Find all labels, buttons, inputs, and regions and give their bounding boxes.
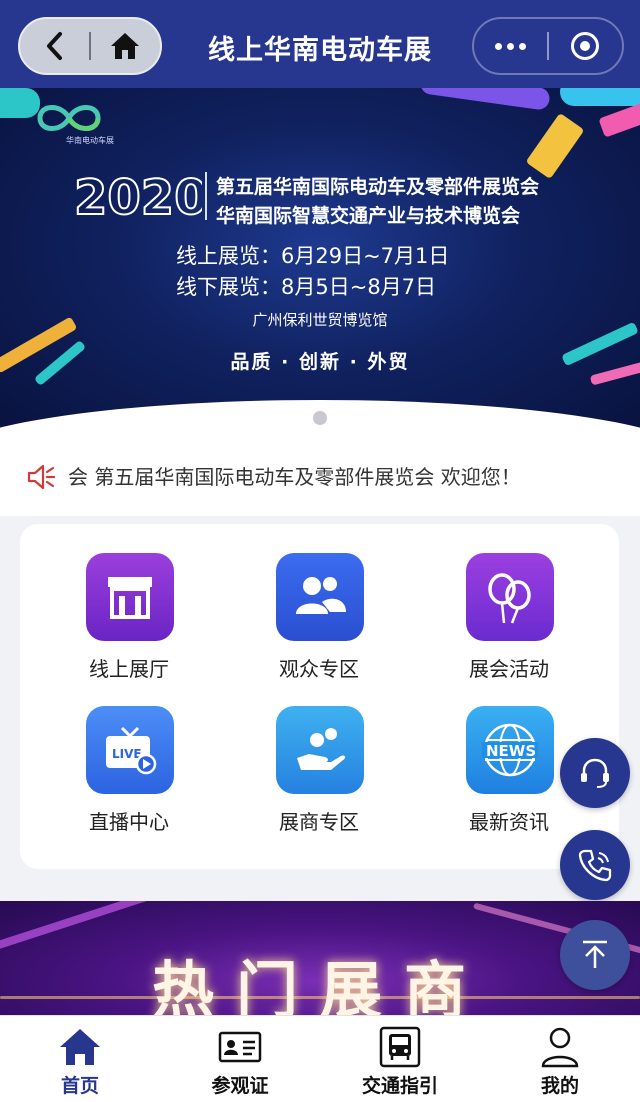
- balloons-icon: [466, 553, 554, 641]
- grid-item-label: 观众专区: [279, 657, 359, 681]
- app-page: 线上华南电动车展 华南电动车展 2020 第五届华南国际电动车及零部件展览会 华…: [0, 0, 640, 1102]
- year-graphic: 2020: [73, 169, 202, 224]
- more-dots-icon: [495, 42, 526, 50]
- more-button[interactable]: [474, 19, 547, 73]
- notice-marquee: 会 第五届华南国际电动车及零部件展览会 欢迎您！: [68, 465, 521, 489]
- online-dates: 线上展览：6月29日~7月1日: [176, 244, 450, 268]
- carousel-indicator[interactable]: [313, 411, 327, 425]
- news-globe-icon: NEWS: [466, 706, 554, 794]
- target-icon: [571, 32, 600, 60]
- tab-transport-guide[interactable]: 交通指引: [320, 1015, 480, 1102]
- venue-text: 广州保利世贸博览馆: [252, 311, 388, 329]
- tab-label: 首页: [60, 1075, 99, 1097]
- exhibitor-hand-icon: [276, 706, 364, 794]
- expo-logo-icon: [37, 105, 101, 131]
- exhibition-hall-icon: [86, 553, 174, 641]
- slogan-text: 品质 · 创新 · 外贸: [230, 351, 410, 373]
- grid-item-label: 线上展厅: [89, 657, 169, 681]
- page-title: 线上华南电动车展: [208, 35, 432, 66]
- tab-label: 参观证: [211, 1075, 269, 1097]
- chevron-left-icon: [46, 32, 62, 60]
- home-button[interactable]: [91, 19, 160, 73]
- header-bar: 线上华南电动车展: [0, 0, 640, 88]
- svg-text:NEWS: NEWS: [486, 742, 536, 760]
- grid-item-label: 展会活动: [469, 657, 549, 681]
- home-tab-icon: [58, 1025, 102, 1069]
- speaker-icon: [27, 464, 56, 490]
- title-divider: [205, 172, 207, 220]
- banner-title-2: 华南国际智慧交通产业与技术博览会: [216, 205, 521, 227]
- id-card-icon: [218, 1025, 262, 1069]
- tab-visitor-pass[interactable]: 参观证: [160, 1015, 320, 1102]
- back-to-top-icon: [583, 940, 607, 968]
- tab-mine[interactable]: 我的: [480, 1015, 640, 1102]
- tab-home[interactable]: 首页: [0, 1015, 160, 1102]
- menu-capsule: [472, 17, 624, 75]
- grid-item-events[interactable]: 展会活动: [424, 553, 594, 703]
- phone-button[interactable]: [560, 830, 630, 900]
- phone-icon: [578, 849, 612, 882]
- grid-item-audience[interactable]: 观众专区: [234, 553, 404, 703]
- bus-icon: [378, 1025, 422, 1069]
- logo-caption: 华南电动车展: [66, 136, 114, 145]
- grid-item-label: 直播中心: [89, 810, 169, 834]
- close-button[interactable]: [549, 19, 622, 73]
- user-icon: [538, 1025, 582, 1069]
- tab-label: 我的: [540, 1075, 579, 1097]
- nav-capsule: [18, 17, 162, 75]
- back-to-top-button[interactable]: [560, 920, 630, 990]
- home-icon: [111, 33, 140, 59]
- year-text: 2020: [74, 170, 202, 224]
- audience-icon: [276, 553, 364, 641]
- grid-item-online-hall[interactable]: 线上展厅: [44, 553, 214, 703]
- back-button[interactable]: [20, 19, 89, 73]
- grid-item-label: 展商专区: [279, 810, 359, 834]
- grid-item-label: 最新资讯: [469, 810, 549, 834]
- grid-item-exhibitors[interactable]: 展商专区: [234, 706, 404, 856]
- customer-service-button[interactable]: [560, 738, 630, 808]
- grid-item-live[interactable]: LIVE 直播中心: [44, 706, 214, 856]
- live-tv-icon: LIVE: [86, 706, 174, 794]
- banner-title-1: 第五届华南国际电动车及零部件展览会: [216, 176, 540, 198]
- headset-icon: [581, 758, 609, 788]
- tab-label: 交通指引: [361, 1075, 438, 1097]
- offline-dates: 线下展览：8月5日~8月7日: [176, 275, 437, 299]
